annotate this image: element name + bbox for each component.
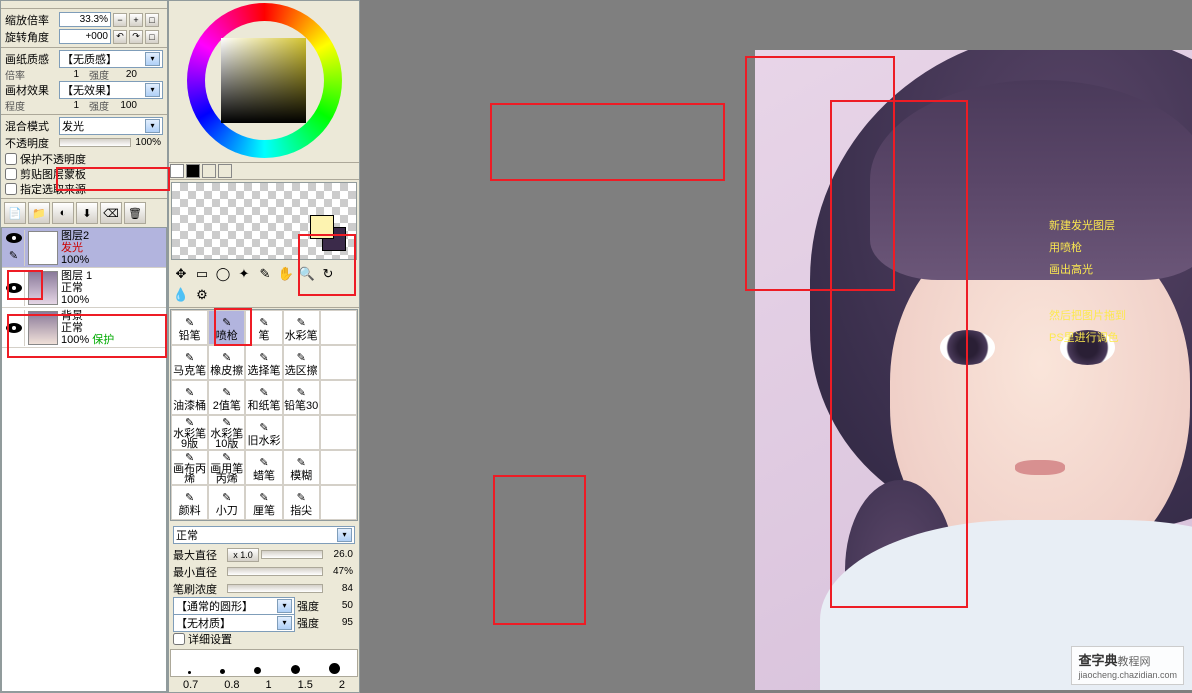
rotate-reset[interactable]: □: [145, 30, 159, 44]
size-preset-row[interactable]: [170, 649, 358, 677]
brush-cell[interactable]: ✎选区擦: [283, 345, 320, 380]
rotate-label: 旋转角度: [5, 29, 57, 45]
brush-cell[interactable]: ✎蜡笔: [245, 450, 282, 485]
brush-cell[interactable]: ✎水彩笔: [283, 310, 320, 345]
zoom-label: 缩放倍率: [5, 12, 57, 28]
rotate-value[interactable]: +000: [59, 29, 111, 44]
zoom-icon[interactable]: 🔍: [297, 264, 317, 284]
brush-cell[interactable]: ✎画用笔丙烯: [208, 450, 245, 485]
select-source-cb[interactable]: [5, 183, 17, 195]
eye-icon[interactable]: [6, 323, 22, 333]
opacity-label: 不透明度: [5, 135, 57, 151]
brush-cell[interactable]: [283, 415, 320, 450]
max-diam-slider[interactable]: [261, 550, 323, 559]
brush-cell[interactable]: ✎2值笔: [208, 380, 245, 415]
canvas[interactable]: [755, 50, 1192, 690]
layer-list[interactable]: ✎ 图层2发光100% 图层 1正常100% 背景正常100% 保护: [1, 227, 167, 692]
merge-icon[interactable]: ⬇: [76, 202, 98, 224]
move-icon[interactable]: ✥: [171, 264, 191, 284]
paper-dropdown[interactable]: 【无质感】: [59, 50, 163, 68]
brush-cell[interactable]: ✎铅笔: [171, 310, 208, 345]
layer-item[interactable]: 图层 1正常100%: [2, 268, 166, 308]
layer-thumb: [28, 311, 58, 345]
eye-icon[interactable]: [6, 233, 22, 243]
brush-cell[interactable]: ✎水彩笔9版: [171, 415, 208, 450]
brush-cell[interactable]: ✎油漆桶: [171, 380, 208, 415]
brush-cell[interactable]: ✎水彩笔10版: [208, 415, 245, 450]
clear-icon[interactable]: ⌫: [100, 202, 122, 224]
brush-cell[interactable]: [320, 415, 357, 450]
clip-mask-cb[interactable]: [5, 168, 17, 180]
brush-cell[interactable]: ✎铅笔30: [283, 380, 320, 415]
brush-cell[interactable]: ✎模糊: [283, 450, 320, 485]
color-wheel[interactable]: [174, 3, 354, 160]
brush-cell[interactable]: ✎马克笔: [171, 345, 208, 380]
blend-label: 混合模式: [5, 118, 57, 134]
layer-item[interactable]: ✎ 图层2发光100%: [2, 228, 166, 268]
paper-label: 画纸质感: [5, 51, 57, 67]
annotation-1: 新建发光图层用喷枪画出高光: [1049, 215, 1115, 281]
mask-icon[interactable]: ◐: [52, 202, 74, 224]
select-icon[interactable]: ▭: [192, 264, 212, 284]
zoom-minus[interactable]: −: [113, 13, 127, 27]
brush-cell[interactable]: ✎旧水彩: [245, 415, 282, 450]
annotation-2: 然后把图片拖到PS里进行调色: [1049, 305, 1126, 349]
opacity-slider[interactable]: [59, 138, 131, 147]
min-diam-slider[interactable]: [227, 567, 323, 576]
brush-icon[interactable]: ✎: [255, 264, 275, 284]
rotate-ccw[interactable]: ↶: [113, 30, 127, 44]
brush-cell[interactable]: ✎颜料: [171, 485, 208, 520]
texture-dropdown[interactable]: 【无材质】: [173, 614, 295, 632]
material-dropdown[interactable]: 【无效果】: [59, 81, 163, 99]
magnify-label: 倍率: [5, 67, 51, 82]
tool-icon[interactable]: ⚙: [192, 285, 212, 305]
zoom-plus[interactable]: +: [129, 13, 143, 27]
pen-icon: ✎: [9, 249, 18, 262]
brush-cell[interactable]: ✎选择笔: [245, 345, 282, 380]
rotate-icon[interactable]: ↻: [318, 264, 338, 284]
eye-icon[interactable]: [6, 283, 22, 293]
layer-thumb: [28, 231, 58, 265]
detail-cb[interactable]: [173, 633, 185, 645]
material-label: 画材效果: [5, 82, 57, 98]
hand-icon[interactable]: ✋: [276, 264, 296, 284]
picker-icon[interactable]: 💧: [171, 285, 191, 305]
delete-layer-icon[interactable]: 🗑: [124, 202, 146, 224]
brush-cell[interactable]: [320, 450, 357, 485]
protect-opacity-cb[interactable]: [5, 153, 17, 165]
brush-cell[interactable]: ✎小刀: [208, 485, 245, 520]
brush-cell[interactable]: [320, 345, 357, 380]
layer-item[interactable]: 背景正常100% 保护: [2, 308, 166, 348]
layer-preview: [171, 182, 357, 261]
brush-cell[interactable]: [320, 380, 357, 415]
blend-dropdown[interactable]: 发光: [59, 117, 163, 135]
brush-cell[interactable]: ✎指尖: [283, 485, 320, 520]
brush-cell[interactable]: [320, 485, 357, 520]
zoom-fit[interactable]: □: [145, 13, 159, 27]
brush-cell[interactable]: ✎画布丙烯: [171, 450, 208, 485]
zoom-value[interactable]: 33.3%: [59, 12, 111, 27]
lasso-icon[interactable]: ◯: [213, 264, 233, 284]
layer-thumb: [28, 271, 58, 305]
density-slider[interactable]: [227, 584, 323, 593]
brush-mode-dropdown[interactable]: 正常: [173, 526, 355, 544]
new-folder-icon[interactable]: 📁: [28, 202, 50, 224]
brush-cell[interactable]: ✎笔: [245, 310, 282, 345]
wand-icon[interactable]: ✦: [234, 264, 254, 284]
brush-cell[interactable]: [320, 310, 357, 345]
brush-cell[interactable]: ✎和纸笔: [245, 380, 282, 415]
swatch-row[interactable]: [169, 162, 359, 180]
new-layer-icon[interactable]: 📄: [4, 202, 26, 224]
rotate-cw[interactable]: ↷: [129, 30, 143, 44]
brush-cell[interactable]: ✎厘笔: [245, 485, 282, 520]
fg-color[interactable]: [310, 215, 334, 239]
brush-cell[interactable]: ✎橡皮擦: [208, 345, 245, 380]
brush-cell[interactable]: ✎喷枪: [208, 310, 245, 345]
brush-grid: ✎铅笔✎喷枪✎笔✎水彩笔 ✎马克笔✎橡皮擦✎选择笔✎选区擦 ✎油漆桶✎2值笔✎和纸笔…: [170, 309, 358, 521]
shape-dropdown[interactable]: 【通常的圆形】: [173, 597, 295, 615]
watermark: 查字典教程网 jiaocheng.chazidian.com: [1071, 646, 1184, 685]
